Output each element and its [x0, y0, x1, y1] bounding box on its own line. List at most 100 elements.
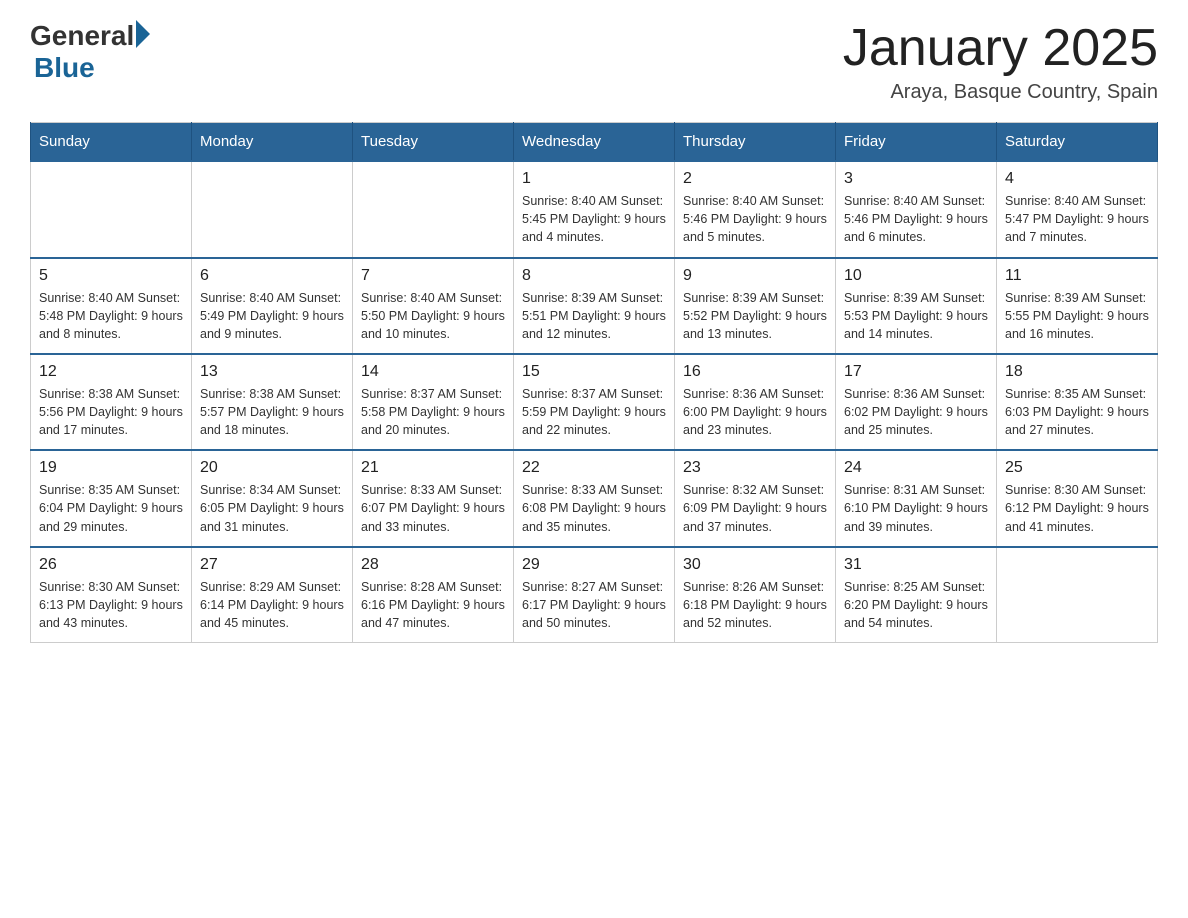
- day-number: 25: [1005, 459, 1149, 477]
- page-header: General Blue January 2025 Araya, Basque …: [30, 20, 1158, 104]
- day-info: Sunrise: 8:29 AM Sunset: 6:14 PM Dayligh…: [200, 578, 344, 632]
- day-info: Sunrise: 8:37 AM Sunset: 5:59 PM Dayligh…: [522, 385, 666, 439]
- calendar-cell: [997, 547, 1158, 643]
- calendar-week-row: 1 Sunrise: 8:40 AM Sunset: 5:45 PM Daylig…: [31, 161, 1158, 257]
- day-info: Sunrise: 8:32 AM Sunset: 6:09 PM Dayligh…: [683, 481, 827, 535]
- day-info: Sunrise: 8:39 AM Sunset: 5:51 PM Dayligh…: [522, 289, 666, 343]
- day-of-week-header: Saturday: [997, 123, 1158, 162]
- calendar-cell: 19Sunrise: 8:35 AM Sunset: 6:04 PM Dayli…: [31, 450, 192, 546]
- calendar-cell: 9 Sunrise: 8:39 AM Sunset: 5:52 PM Daylig…: [675, 258, 836, 354]
- calendar-title: January 2025: [843, 20, 1158, 77]
- day-info: Sunrise: 8:31 AM Sunset: 6:10 PM Dayligh…: [844, 481, 988, 535]
- day-number: 31: [844, 556, 988, 574]
- day-info: Sunrise: 8:40 AM Sunset: 5:48 PM Dayligh…: [39, 289, 183, 343]
- day-info: Sunrise: 8:40 AM Sunset: 5:45 PM Dayligh…: [522, 192, 666, 246]
- day-number: 29: [522, 556, 666, 574]
- day-of-week-header: Sunday: [31, 123, 192, 162]
- day-info: Sunrise: 8:40 AM Sunset: 5:46 PM Dayligh…: [683, 192, 827, 246]
- day-number: 27: [200, 556, 344, 574]
- day-of-week-header: Thursday: [675, 123, 836, 162]
- day-of-week-header: Monday: [192, 123, 353, 162]
- calendar-cell: 2 Sunrise: 8:40 AM Sunset: 5:46 PM Daylig…: [675, 161, 836, 257]
- day-info: Sunrise: 8:37 AM Sunset: 5:58 PM Dayligh…: [361, 385, 505, 439]
- day-number: 13: [200, 363, 344, 381]
- day-info: Sunrise: 8:40 AM Sunset: 5:50 PM Dayligh…: [361, 289, 505, 343]
- day-info: Sunrise: 8:34 AM Sunset: 6:05 PM Dayligh…: [200, 481, 344, 535]
- day-number: 18: [1005, 363, 1149, 381]
- calendar-cell: 30 Sunrise: 8:26 AM Sunset: 6:18 PM Dayli…: [675, 547, 836, 643]
- day-info: Sunrise: 8:26 AM Sunset: 6:18 PM Dayligh…: [683, 578, 827, 632]
- day-info: Sunrise: 8:33 AM Sunset: 6:07 PM Dayligh…: [361, 481, 505, 535]
- calendar-cell: 31 Sunrise: 8:25 AM Sunset: 6:20 PM Dayli…: [836, 547, 997, 643]
- day-number: 1: [522, 170, 666, 188]
- calendar-cell: 13Sunrise: 8:38 AM Sunset: 5:57 PM Dayli…: [192, 354, 353, 450]
- day-info: Sunrise: 8:36 AM Sunset: 6:02 PM Dayligh…: [844, 385, 988, 439]
- calendar-cell: 24 Sunrise: 8:31 AM Sunset: 6:10 PM Dayli…: [836, 450, 997, 546]
- calendar-cell: 10Sunrise: 8:39 AM Sunset: 5:53 PM Dayli…: [836, 258, 997, 354]
- calendar-cell: 21 Sunrise: 8:33 AM Sunset: 6:07 PM Dayli…: [353, 450, 514, 546]
- day-info: Sunrise: 8:35 AM Sunset: 6:03 PM Dayligh…: [1005, 385, 1149, 439]
- day-info: Sunrise: 8:39 AM Sunset: 5:52 PM Dayligh…: [683, 289, 827, 343]
- calendar-week-row: 26 Sunrise: 8:30 AM Sunset: 6:13 PM Dayli…: [31, 547, 1158, 643]
- day-info: Sunrise: 8:25 AM Sunset: 6:20 PM Dayligh…: [844, 578, 988, 632]
- logo-blue-text: Blue: [34, 52, 95, 84]
- day-number: 4: [1005, 170, 1149, 188]
- day-number: 28: [361, 556, 505, 574]
- calendar-cell: 25Sunrise: 8:30 AM Sunset: 6:12 PM Dayli…: [997, 450, 1158, 546]
- day-number: 2: [683, 170, 827, 188]
- day-number: 6: [200, 267, 344, 285]
- day-number: 23: [683, 459, 827, 477]
- calendar-cell: 14 Sunrise: 8:37 AM Sunset: 5:58 PM Dayli…: [353, 354, 514, 450]
- day-number: 20: [200, 459, 344, 477]
- day-number: 14: [361, 363, 505, 381]
- calendar-cell: [192, 161, 353, 257]
- logo: General Blue: [30, 20, 150, 84]
- calendar-cell: [353, 161, 514, 257]
- calendar-location: Araya, Basque Country, Spain: [843, 81, 1158, 104]
- day-info: Sunrise: 8:33 AM Sunset: 6:08 PM Dayligh…: [522, 481, 666, 535]
- calendar-header-row: SundayMondayTuesdayWednesdayThursdayFrid…: [31, 123, 1158, 162]
- calendar-cell: 20 Sunrise: 8:34 AM Sunset: 6:05 PM Dayli…: [192, 450, 353, 546]
- logo-arrow-icon: [136, 20, 150, 48]
- calendar-week-row: 5 Sunrise: 8:40 AM Sunset: 5:48 PM Daylig…: [31, 258, 1158, 354]
- day-number: 5: [39, 267, 183, 285]
- day-number: 12: [39, 363, 183, 381]
- day-number: 15: [522, 363, 666, 381]
- day-number: 7: [361, 267, 505, 285]
- calendar-week-row: 12Sunrise: 8:38 AM Sunset: 5:56 PM Dayli…: [31, 354, 1158, 450]
- day-number: 10: [844, 267, 988, 285]
- calendar-cell: 11 Sunrise: 8:39 AM Sunset: 5:55 PM Dayli…: [997, 258, 1158, 354]
- day-info: Sunrise: 8:40 AM Sunset: 5:46 PM Dayligh…: [844, 192, 988, 246]
- day-info: Sunrise: 8:40 AM Sunset: 5:47 PM Dayligh…: [1005, 192, 1149, 246]
- calendar-cell: 5 Sunrise: 8:40 AM Sunset: 5:48 PM Daylig…: [31, 258, 192, 354]
- calendar-cell: 22 Sunrise: 8:33 AM Sunset: 6:08 PM Dayli…: [514, 450, 675, 546]
- calendar-cell: 18 Sunrise: 8:35 AM Sunset: 6:03 PM Dayli…: [997, 354, 1158, 450]
- calendar-cell: 15 Sunrise: 8:37 AM Sunset: 5:59 PM Dayli…: [514, 354, 675, 450]
- day-of-week-header: Friday: [836, 123, 997, 162]
- day-number: 21: [361, 459, 505, 477]
- day-number: 22: [522, 459, 666, 477]
- calendar-cell: 3 Sunrise: 8:40 AM Sunset: 5:46 PM Daylig…: [836, 161, 997, 257]
- day-number: 26: [39, 556, 183, 574]
- day-info: Sunrise: 8:36 AM Sunset: 6:00 PM Dayligh…: [683, 385, 827, 439]
- day-number: 3: [844, 170, 988, 188]
- day-of-week-header: Wednesday: [514, 123, 675, 162]
- calendar-cell: 26 Sunrise: 8:30 AM Sunset: 6:13 PM Dayli…: [31, 547, 192, 643]
- day-info: Sunrise: 8:39 AM Sunset: 5:55 PM Dayligh…: [1005, 289, 1149, 343]
- day-number: 19: [39, 459, 183, 477]
- day-of-week-header: Tuesday: [353, 123, 514, 162]
- calendar-cell: 4 Sunrise: 8:40 AM Sunset: 5:47 PM Daylig…: [997, 161, 1158, 257]
- day-info: Sunrise: 8:40 AM Sunset: 5:49 PM Dayligh…: [200, 289, 344, 343]
- day-number: 30: [683, 556, 827, 574]
- calendar-cell: 28 Sunrise: 8:28 AM Sunset: 6:16 PM Dayli…: [353, 547, 514, 643]
- calendar-cell: 16Sunrise: 8:36 AM Sunset: 6:00 PM Dayli…: [675, 354, 836, 450]
- day-number: 11: [1005, 267, 1149, 285]
- day-number: 24: [844, 459, 988, 477]
- day-info: Sunrise: 8:27 AM Sunset: 6:17 PM Dayligh…: [522, 578, 666, 632]
- calendar-cell: 12Sunrise: 8:38 AM Sunset: 5:56 PM Dayli…: [31, 354, 192, 450]
- day-info: Sunrise: 8:30 AM Sunset: 6:13 PM Dayligh…: [39, 578, 183, 632]
- day-info: Sunrise: 8:28 AM Sunset: 6:16 PM Dayligh…: [361, 578, 505, 632]
- day-number: 9: [683, 267, 827, 285]
- logo-general-text: General: [30, 20, 134, 52]
- calendar-cell: 8Sunrise: 8:39 AM Sunset: 5:51 PM Daylig…: [514, 258, 675, 354]
